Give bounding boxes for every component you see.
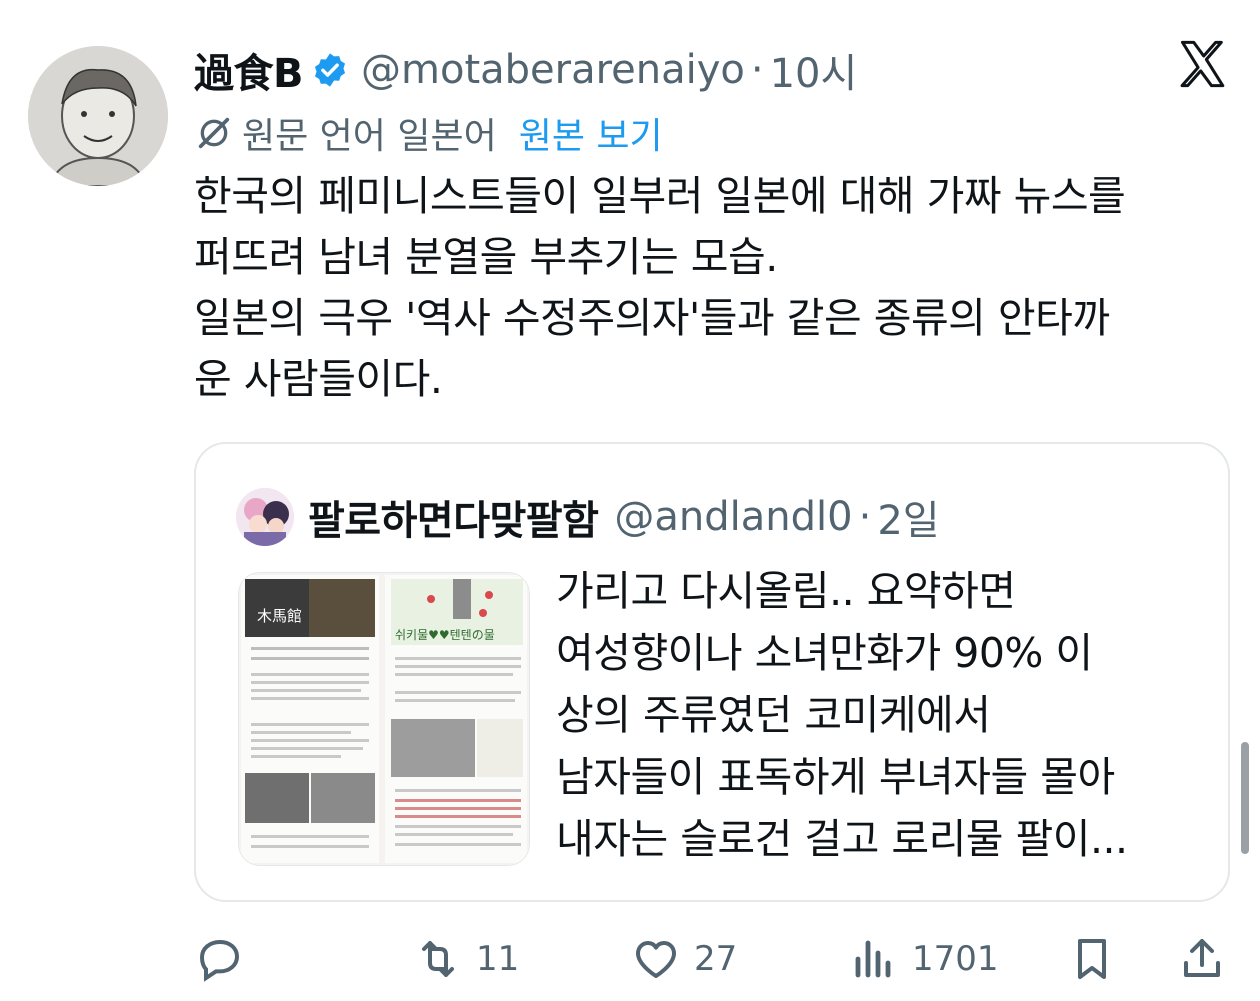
quoted-body-line: 내자는 슬로건 걸고 로리물 팔이...: [556, 815, 1128, 863]
tweet-body-line: 일본의 극우 '역사 수정주의자'들과 같은 종류의 안타까: [194, 294, 1110, 342]
scrollbar-thumb[interactable]: [1241, 742, 1249, 854]
quoted-body-line: 가리고 다시올림.. 요약하면: [556, 567, 1016, 615]
action-bar: 11 27 1701: [0, 924, 1260, 994]
tweet-time[interactable]: 10시: [770, 41, 858, 99]
reply-button[interactable]: [196, 924, 258, 994]
manga-cover-title: 쉬키물♥♥텐텐の물: [395, 628, 495, 642]
tweet-body-line: 한국의 페미니스트들이 일부러 일본에 대해 가짜 뉴스를: [194, 172, 1126, 220]
views-icon: [855, 940, 891, 978]
quoted-image-collage: 木馬館 쉬키물♥♥텐텐の물: [239, 573, 529, 865]
tweet-body-line: 퍼뜨려 남녀 분열을 부추기는 모습.: [194, 233, 778, 281]
bookmark-button[interactable]: [1068, 924, 1116, 994]
manga-cover-title: 木馬館: [257, 607, 302, 625]
share-icon: [1184, 939, 1220, 977]
quoted-author-avatar[interactable]: [236, 488, 294, 546]
quoted-body-line: 상의 주류였던 코미케에서: [556, 691, 991, 739]
views-button[interactable]: 1701: [850, 924, 999, 994]
share-button[interactable]: [1178, 924, 1226, 994]
quoted-time[interactable]: 2일: [877, 488, 939, 546]
author-name[interactable]: 過食B: [194, 41, 304, 99]
separator-dot: ·: [858, 494, 872, 540]
tweet-body-line: 운 사람들이다.: [194, 355, 443, 403]
like-button[interactable]: 27: [632, 924, 737, 994]
views-count: 1701: [912, 939, 999, 979]
translation-bar: 원문 언어 일본어 원본 보기: [194, 108, 663, 158]
author-avatar[interactable]: [28, 46, 168, 186]
translation-label: 원문 언어 일본어: [242, 116, 497, 157]
quoted-tweet[interactable]: 팔로하면다맞팔함 @andlandl0 · 2일 木馬館 쉬키물♥♥텐텐の물 가…: [194, 442, 1230, 902]
reply-icon: [199, 939, 240, 982]
tweet-body: 한국의 페미니스트들이 일부러 일본에 대해 가짜 뉴스를 퍼뜨려 남녀 분열을…: [194, 166, 1234, 410]
translate-icon: [198, 117, 230, 149]
bookmark-icon: [1078, 939, 1106, 979]
tweet-header: 過食B @motaberarenaiyo · 10시: [194, 38, 857, 102]
author-handle[interactable]: @motaberarenaiyo: [361, 47, 745, 93]
quoted-body-line: 남자들이 표독하게 부녀자들 몰아: [556, 753, 1115, 801]
separator-dot: ·: [750, 47, 764, 93]
quoted-body: 가리고 다시올림.. 요약하면 여성향이나 소녀만화가 90% 이 상의 주류였…: [556, 560, 1216, 870]
quoted-body-line: 여성향이나 소녀만화가 90% 이: [556, 629, 1093, 677]
x-logo-icon: [1180, 40, 1225, 88]
retweet-button[interactable]: 11: [414, 924, 519, 994]
retweet-icon: [422, 941, 454, 977]
quoted-author-handle[interactable]: @andlandl0: [614, 494, 852, 540]
retweet-count: 11: [476, 939, 520, 979]
quoted-avatar-art: [236, 488, 294, 546]
show-original-link[interactable]: 원본 보기: [519, 107, 663, 159]
quoted-header: 팔로하면다맞팔함 @andlandl0 · 2일: [308, 486, 940, 548]
avatar-sketch: [28, 46, 168, 186]
quoted-author-name[interactable]: 팔로하면다맞팔함: [308, 488, 599, 546]
quoted-image[interactable]: 木馬館 쉬키물♥♥텐텐の물: [238, 572, 530, 866]
like-icon: [636, 941, 676, 978]
like-count: 27: [694, 939, 738, 979]
verified-badge-icon: [314, 53, 346, 87]
